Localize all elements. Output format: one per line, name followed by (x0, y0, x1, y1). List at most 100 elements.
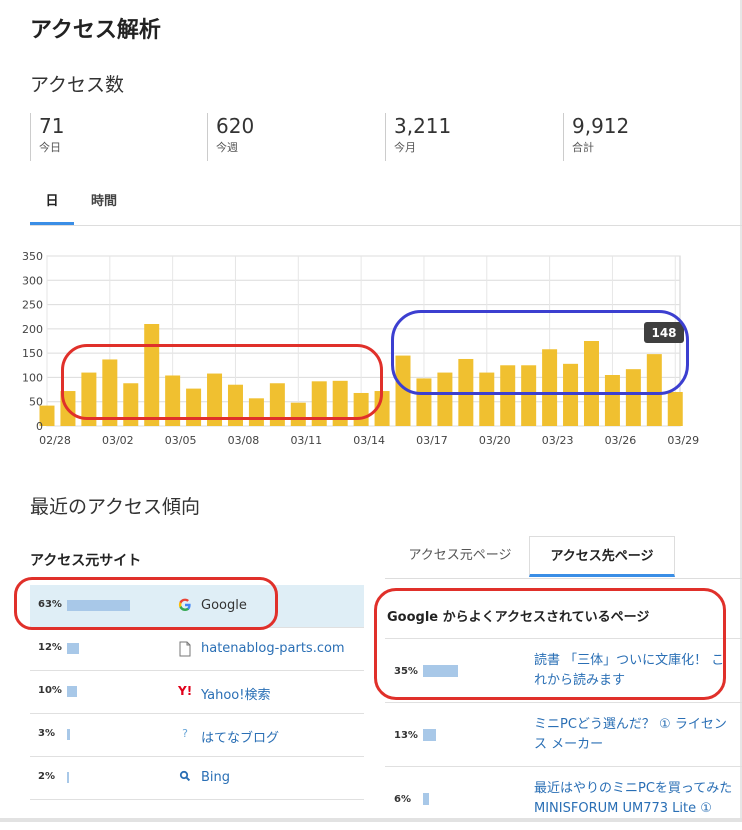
google-icon (178, 598, 192, 612)
y-tick-label: 250 (22, 299, 43, 312)
bar (583, 341, 599, 426)
bar (102, 359, 118, 426)
source-percent: 12% (38, 642, 62, 653)
dest-bar (423, 729, 436, 741)
stat-value: 9,912 (572, 114, 630, 138)
source-percent: 3% (38, 728, 55, 739)
stat-value: 3,211 (394, 114, 452, 138)
bar (625, 369, 641, 426)
bar (60, 391, 76, 426)
bar (437, 372, 453, 426)
y-tick-label: 50 (29, 396, 43, 409)
x-tick-label: 03/26 (605, 434, 637, 447)
source-row-google[interactable]: 63% Google (30, 585, 364, 628)
bar (207, 373, 223, 426)
x-tick-label: 03/14 (353, 434, 385, 447)
source-name: Google (201, 598, 247, 613)
page-title: アクセス解析 (30, 18, 161, 43)
bar (416, 378, 432, 426)
dest-row[interactable]: 6% 最近はやりのミニPCを買ってみた MINISFORUM UM773 Lit… (385, 767, 742, 830)
bar (542, 349, 558, 426)
stat-week: 620 今週 (207, 113, 254, 161)
bar (332, 380, 348, 426)
stat-today: 71 今日 (30, 113, 64, 161)
source-percent: 63% (38, 599, 62, 610)
stat-value: 620 (216, 114, 255, 138)
dest-percent: 13% (394, 730, 418, 741)
period-tabs: 日 時間 (30, 188, 742, 226)
bar (311, 381, 327, 426)
x-tick-label: 03/02 (102, 434, 134, 447)
source-row-hatena[interactable]: 3% ? はてなブログ (30, 714, 364, 757)
bar (269, 383, 285, 426)
trend-title: 最近のアクセス傾向 (30, 496, 201, 518)
stat-label: 今週 (216, 141, 238, 154)
bar (479, 372, 495, 426)
source-link[interactable]: Bing (201, 770, 230, 785)
dest-page-link[interactable]: 読書 「三体」ついに文庫化！ これから読みます (534, 651, 734, 691)
bar (186, 388, 202, 426)
stat-total: 9,912 合計 (563, 113, 629, 161)
bar (521, 365, 537, 426)
y-tick-label: 100 (22, 371, 43, 384)
dest-bar (423, 665, 458, 677)
bar (458, 358, 474, 426)
bar (248, 398, 264, 426)
stat-label: 合計 (572, 141, 594, 154)
stats-summary: 71 今日 620 今週 3,211 今月 9,912 合計 (30, 113, 742, 161)
dest-row[interactable]: 35% 読書 「三体」ついに文庫化！ これから読みます (385, 638, 742, 703)
bar (165, 375, 181, 426)
bar (667, 392, 683, 426)
stat-label: 今月 (394, 141, 416, 154)
x-tick-label: 03/05 (165, 434, 197, 447)
source-row-yahoo[interactable]: 10% Y! Yahoo!検索 (30, 671, 364, 714)
sources-title: アクセス元サイト (30, 553, 142, 569)
dest-bar (423, 793, 429, 805)
source-bar (67, 772, 69, 783)
source-link[interactable]: hatenablog-parts.com (201, 641, 345, 656)
dest-row[interactable]: 13% ミニPCどう選んだ？ ① ライセンス メーカー (385, 703, 742, 767)
x-tick-label: 03/29 (667, 434, 699, 447)
access-count-title: アクセス数 (30, 74, 125, 96)
bar (395, 355, 411, 426)
stat-label: 今日 (39, 141, 61, 154)
bar (290, 402, 306, 426)
page-tabs: アクセス元ページ アクセス先ページ (385, 536, 742, 579)
source-link[interactable]: Yahoo!検索 (201, 684, 270, 703)
tab-dest-page[interactable]: アクセス先ページ (529, 536, 675, 577)
tab-hour[interactable]: 時間 (82, 188, 126, 222)
x-tick-label: 03/20 (479, 434, 511, 447)
source-link[interactable]: はてなブログ (201, 727, 279, 746)
dest-page-link[interactable]: 最近はやりのミニPCを買ってみた MINISFORUM UM773 Lite ① (534, 779, 734, 819)
bar (144, 324, 160, 426)
document-icon (178, 641, 192, 657)
tab-day[interactable]: 日 (30, 188, 74, 225)
source-bar (67, 643, 79, 654)
source-percent: 2% (38, 771, 55, 782)
y-tick-label: 350 (22, 250, 43, 263)
source-bar (67, 729, 70, 740)
dest-page-link[interactable]: ミニPCどう選んだ？ ① ライセンス メーカー (534, 715, 734, 755)
source-bar (67, 600, 130, 611)
daily-access-chart: 0 50 100 150 200 250 300 350 02/28 03/02 03/05 03/… (22, 250, 699, 447)
bar (123, 383, 139, 426)
source-bar (67, 686, 77, 697)
y-tick-label: 0 (36, 420, 43, 433)
bar (353, 392, 369, 426)
bar (227, 384, 243, 426)
x-tick-label: 03/17 (416, 434, 448, 447)
stat-value: 71 (39, 114, 65, 138)
x-tick-label: 02/28 (39, 434, 71, 447)
bing-search-icon (178, 770, 192, 784)
source-row-hatenablog-parts[interactable]: 12% hatenablog-parts.com (30, 628, 364, 671)
x-tick-label: 03/08 (228, 434, 260, 447)
dest-percent: 35% (394, 666, 418, 677)
tab-source-page[interactable]: アクセス元ページ (391, 536, 529, 576)
y-tick-label: 200 (22, 323, 43, 336)
source-row-bing[interactable]: 2% Bing (30, 757, 364, 800)
bar (563, 363, 579, 426)
yahoo-icon: Y! (178, 684, 193, 698)
x-tick-label: 03/23 (542, 434, 574, 447)
tooltip-value: 148 (651, 326, 676, 340)
x-tick-label: 03/11 (290, 434, 322, 447)
